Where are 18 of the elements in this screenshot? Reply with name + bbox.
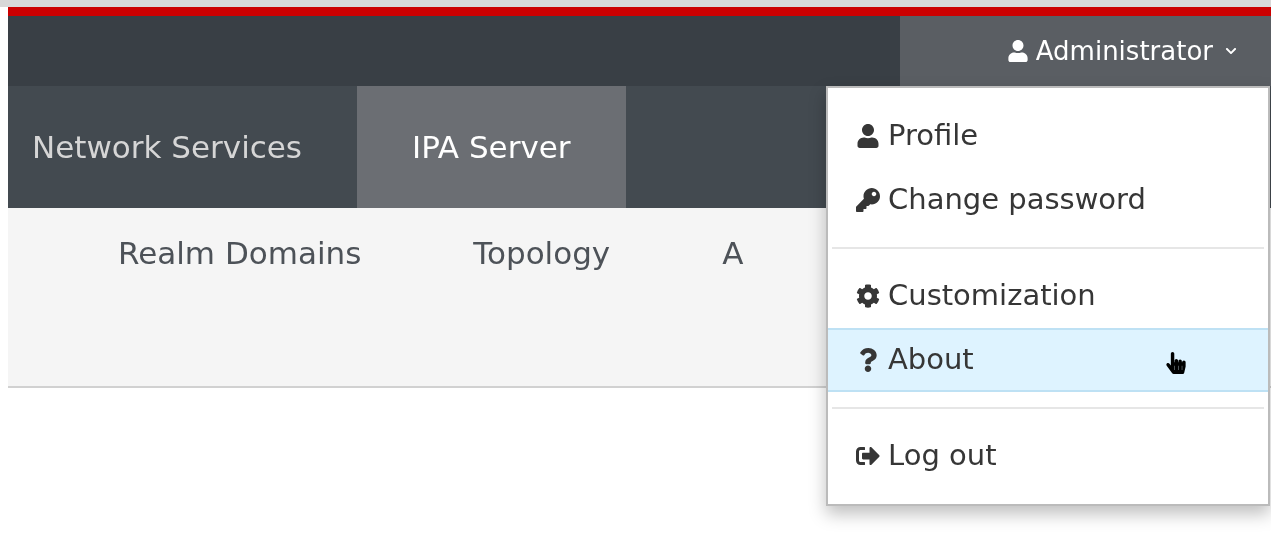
- sub-nav-tab[interactable]: Topology: [473, 230, 611, 277]
- settings-icon: [856, 284, 880, 308]
- nav-tab[interactable]: Network Services: [8, 86, 357, 208]
- cursor-icon: [1166, 352, 1186, 374]
- user-menu-button[interactable]: Administrator: [900, 16, 1271, 86]
- nav-tab[interactable]: IPA Server: [357, 86, 626, 208]
- menu-item[interactable]: Customization: [828, 264, 1268, 328]
- logout-icon: [856, 444, 880, 468]
- sub-nav-tab[interactable]: A: [722, 230, 744, 277]
- user-icon: [856, 124, 880, 148]
- menu-item[interactable]: Change password: [828, 168, 1268, 232]
- menu-item[interactable]: About: [828, 328, 1268, 392]
- user-icon: [1007, 40, 1028, 62]
- caret-icon: [1225, 45, 1237, 57]
- menu-item[interactable]: Log out: [828, 424, 1268, 488]
- menu-item[interactable]: Profile: [828, 104, 1268, 168]
- key-icon: [856, 188, 880, 212]
- sub-nav-tab[interactable]: Realm Domains: [118, 230, 362, 277]
